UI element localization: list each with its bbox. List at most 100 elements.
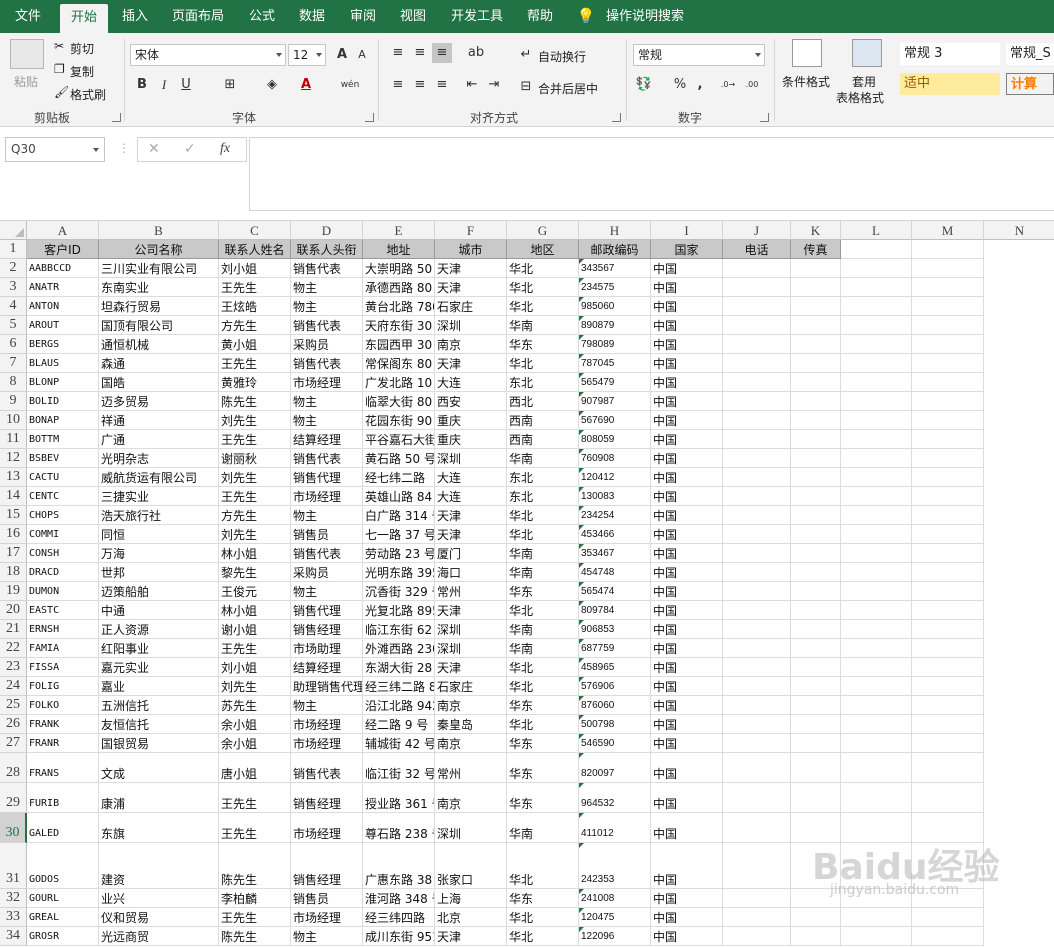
table-cell[interactable] — [723, 373, 791, 392]
paste-button[interactable]: 粘贴 — [14, 73, 38, 90]
table-cell[interactable]: 深圳 — [435, 449, 507, 468]
number-format-dropdown[interactable]: 常规 — [633, 44, 765, 66]
row-header[interactable]: 11 — [0, 430, 27, 449]
table-cell[interactable]: BOTTM — [27, 430, 99, 449]
table-cell[interactable]: CENTC — [27, 487, 99, 506]
table-cell[interactable]: 采购员 — [291, 335, 363, 354]
table-cell[interactable]: 陈先生 — [219, 843, 291, 889]
table-cell[interactable] — [841, 908, 912, 927]
table-cell[interactable]: 重庆 — [435, 430, 507, 449]
table-cell[interactable]: 深圳 — [435, 813, 507, 843]
table-cell[interactable] — [912, 715, 984, 734]
table-cell[interactable]: 销售代表 — [291, 449, 363, 468]
header-cell[interactable]: 国家 — [651, 240, 723, 259]
comma-button[interactable]: , — [690, 75, 710, 95]
table-cell[interactable]: 王先生 — [219, 908, 291, 927]
table-cell[interactable]: 淮河路 348 号 — [363, 889, 435, 908]
column-header-n[interactable]: N — [984, 221, 1054, 240]
row-header[interactable]: 6 — [0, 335, 27, 354]
table-cell[interactable] — [791, 259, 841, 278]
table-cell[interactable]: 万海 — [99, 544, 219, 563]
tab-file[interactable]: 文件 — [4, 0, 52, 33]
table-cell[interactable]: 567690 — [579, 411, 651, 430]
table-cell[interactable]: 411012 — [579, 813, 651, 843]
table-cell[interactable]: BONAP — [27, 411, 99, 430]
table-cell[interactable]: 嘉元实业 — [99, 658, 219, 677]
row-header[interactable]: 1 — [0, 240, 27, 259]
table-cell[interactable]: 华北 — [507, 677, 579, 696]
header-cell[interactable]: 电话 — [723, 240, 791, 259]
table-cell[interactable]: 华南 — [507, 316, 579, 335]
table-cell[interactable]: 576906 — [579, 677, 651, 696]
table-cell[interactable]: 销售代表 — [291, 544, 363, 563]
table-cell[interactable] — [723, 544, 791, 563]
percent-button[interactable]: % — [670, 75, 690, 95]
number-launcher-icon[interactable] — [760, 113, 769, 122]
header-cell[interactable]: 地区 — [507, 240, 579, 259]
table-cell[interactable]: 南京 — [435, 783, 507, 813]
column-header-a[interactable]: A — [27, 221, 99, 240]
column-header-k[interactable]: K — [791, 221, 841, 240]
table-cell[interactable]: 临江街 32 号 — [363, 753, 435, 783]
table-cell[interactable] — [912, 620, 984, 639]
table-cell[interactable]: 结算经理 — [291, 430, 363, 449]
table-cell[interactable] — [791, 449, 841, 468]
table-cell[interactable] — [841, 316, 912, 335]
table-cell[interactable]: 经七纬二路 — [363, 468, 435, 487]
table-cell[interactable]: 沉香街 329 号 — [363, 582, 435, 601]
table-cell[interactable]: 王先生 — [219, 487, 291, 506]
table-cell[interactable] — [723, 430, 791, 449]
table-cell[interactable]: ERNSH — [27, 620, 99, 639]
table-cell[interactable]: 林小姐 — [219, 601, 291, 620]
table-cell[interactable] — [841, 582, 912, 601]
table-cell[interactable] — [791, 677, 841, 696]
table-cell[interactable] — [912, 278, 984, 297]
table-cell[interactable]: 王先生 — [219, 354, 291, 373]
table-cell[interactable]: 物主 — [291, 696, 363, 715]
table-cell[interactable]: 深圳 — [435, 620, 507, 639]
table-cell[interactable]: 深圳 — [435, 639, 507, 658]
table-cell[interactable]: EASTC — [27, 601, 99, 620]
table-cell[interactable]: 华东 — [507, 889, 579, 908]
table-cell[interactable]: 华北 — [507, 927, 579, 946]
tab-help[interactable]: 帮助 — [518, 0, 562, 33]
table-cell[interactable]: FOLKO — [27, 696, 99, 715]
table-cell[interactable]: 华东 — [507, 696, 579, 715]
table-cell[interactable]: 中国 — [651, 392, 723, 411]
table-cell[interactable]: CACTU — [27, 468, 99, 487]
column-header-l[interactable]: L — [841, 221, 912, 240]
table-cell[interactable]: 东园西甲 30 — [363, 335, 435, 354]
name-box[interactable]: Q30 — [5, 137, 105, 162]
header-cell[interactable]: 联系人头衔 — [291, 240, 363, 259]
table-cell[interactable] — [791, 544, 841, 563]
row-header[interactable]: 13 — [0, 468, 27, 487]
row-header[interactable]: 15 — [0, 506, 27, 525]
table-cell[interactable]: 华北 — [507, 601, 579, 620]
table-cell[interactable] — [912, 696, 984, 715]
table-cell[interactable]: 国顶有限公司 — [99, 316, 219, 335]
style-medium[interactable]: 适中 — [900, 73, 1000, 95]
table-cell[interactable]: 西北 — [507, 392, 579, 411]
table-cell[interactable]: 687759 — [579, 639, 651, 658]
table-cell[interactable] — [841, 677, 912, 696]
table-cell[interactable]: 五洲信托 — [99, 696, 219, 715]
table-cell[interactable]: FAMIA — [27, 639, 99, 658]
table-cell[interactable]: 刘先生 — [219, 677, 291, 696]
table-cell[interactable]: 光明杂志 — [99, 449, 219, 468]
table-cell[interactable]: 890879 — [579, 316, 651, 335]
table-cell[interactable] — [841, 411, 912, 430]
header-cell[interactable]: 联系人姓名 — [219, 240, 291, 259]
table-cell[interactable]: 王先生 — [219, 278, 291, 297]
row-header[interactable]: 26 — [0, 715, 27, 734]
table-cell[interactable] — [791, 620, 841, 639]
table-cell[interactable]: 销售代理 — [291, 468, 363, 487]
table-cell[interactable]: 王先生 — [219, 430, 291, 449]
tab-review[interactable]: 审阅 — [341, 0, 385, 33]
table-cell[interactable]: 565474 — [579, 582, 651, 601]
table-cell[interactable]: 中国 — [651, 601, 723, 620]
table-cell[interactable]: 承德西路 80 — [363, 278, 435, 297]
row-header[interactable]: 25 — [0, 696, 27, 715]
font-name-dropdown[interactable]: 宋体 — [130, 44, 286, 66]
table-cell[interactable]: 销售员 — [291, 525, 363, 544]
table-cell[interactable] — [723, 639, 791, 658]
